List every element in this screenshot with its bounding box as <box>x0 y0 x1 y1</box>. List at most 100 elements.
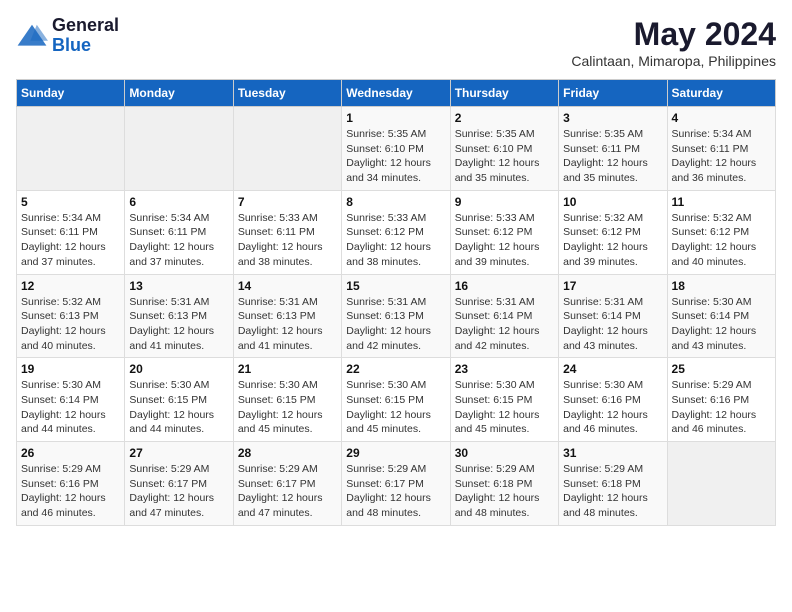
day-number: 7 <box>238 195 337 209</box>
day-info: Sunrise: 5:30 AM Sunset: 6:15 PM Dayligh… <box>455 378 554 437</box>
day-number: 23 <box>455 362 554 376</box>
calendar-cell: 17 Sunrise: 5:31 AM Sunset: 6:14 PM Dayli… <box>559 274 667 358</box>
calendar-cell: 8 Sunrise: 5:33 AM Sunset: 6:12 PM Daylig… <box>342 190 450 274</box>
day-info: Sunrise: 5:31 AM Sunset: 6:14 PM Dayligh… <box>455 295 554 354</box>
calendar-week-row: 5 Sunrise: 5:34 AM Sunset: 6:11 PM Daylig… <box>17 190 776 274</box>
calendar-body: 1 Sunrise: 5:35 AM Sunset: 6:10 PM Daylig… <box>17 107 776 526</box>
day-info: Sunrise: 5:32 AM Sunset: 6:12 PM Dayligh… <box>672 211 771 270</box>
calendar-week-row: 19 Sunrise: 5:30 AM Sunset: 6:14 PM Dayli… <box>17 358 776 442</box>
logo-text: General Blue <box>52 16 119 56</box>
logo-blue: Blue <box>52 36 119 56</box>
day-info: Sunrise: 5:34 AM Sunset: 6:11 PM Dayligh… <box>672 127 771 186</box>
calendar-cell: 11 Sunrise: 5:32 AM Sunset: 6:12 PM Dayli… <box>667 190 775 274</box>
day-number: 27 <box>129 446 228 460</box>
day-info: Sunrise: 5:30 AM Sunset: 6:14 PM Dayligh… <box>21 378 120 437</box>
page-header: General Blue May 2024 Calintaan, Mimarop… <box>16 16 776 69</box>
day-number: 9 <box>455 195 554 209</box>
day-number: 8 <box>346 195 445 209</box>
day-number: 14 <box>238 279 337 293</box>
day-info: Sunrise: 5:31 AM Sunset: 6:14 PM Dayligh… <box>563 295 662 354</box>
calendar-cell: 10Sunrise: 5:32 AM Sunset: 6:12 PM Dayli… <box>559 190 667 274</box>
calendar-table: SundayMondayTuesdayWednesdayThursdayFrid… <box>16 79 776 526</box>
location: Calintaan, Mimaropa, Philippines <box>571 53 776 69</box>
day-number: 29 <box>346 446 445 460</box>
day-number: 26 <box>21 446 120 460</box>
day-info: Sunrise: 5:33 AM Sunset: 6:12 PM Dayligh… <box>455 211 554 270</box>
day-number: 28 <box>238 446 337 460</box>
day-info: Sunrise: 5:29 AM Sunset: 6:17 PM Dayligh… <box>129 462 228 521</box>
calendar-cell: 29Sunrise: 5:29 AM Sunset: 6:17 PM Dayli… <box>342 442 450 526</box>
calendar-cell: 22Sunrise: 5:30 AM Sunset: 6:15 PM Dayli… <box>342 358 450 442</box>
calendar-cell <box>125 107 233 191</box>
day-info: Sunrise: 5:29 AM Sunset: 6:16 PM Dayligh… <box>21 462 120 521</box>
calendar-week-row: 1 Sunrise: 5:35 AM Sunset: 6:10 PM Daylig… <box>17 107 776 191</box>
day-number: 21 <box>238 362 337 376</box>
day-number: 18 <box>672 279 771 293</box>
day-of-week-header: Monday <box>125 80 233 107</box>
calendar-cell: 26 Sunrise: 5:29 AM Sunset: 6:16 PM Dayli… <box>17 442 125 526</box>
day-number: 16 <box>455 279 554 293</box>
day-info: Sunrise: 5:31 AM Sunset: 6:13 PM Dayligh… <box>238 295 337 354</box>
calendar-week-row: 26 Sunrise: 5:29 AM Sunset: 6:16 PM Dayli… <box>17 442 776 526</box>
calendar-cell: 20 Sunrise: 5:30 AM Sunset: 6:15 PM Dayli… <box>125 358 233 442</box>
calendar-cell: 31 Sunrise: 5:29 AM Sunset: 6:18 PM Dayli… <box>559 442 667 526</box>
day-of-week-header: Saturday <box>667 80 775 107</box>
day-number: 30 <box>455 446 554 460</box>
title-block: May 2024 Calintaan, Mimaropa, Philippine… <box>571 16 776 69</box>
day-info: Sunrise: 5:31 AM Sunset: 6:13 PM Dayligh… <box>346 295 445 354</box>
day-info: Sunrise: 5:29 AM Sunset: 6:18 PM Dayligh… <box>563 462 662 521</box>
calendar-cell <box>667 442 775 526</box>
calendar-cell: 25Sunrise: 5:29 AM Sunset: 6:16 PM Dayli… <box>667 358 775 442</box>
day-number: 22 <box>346 362 445 376</box>
calendar-cell: 5Sunrise: 5:34 AM Sunset: 6:11 PM Daylig… <box>17 190 125 274</box>
day-number: 11 <box>672 195 771 209</box>
calendar-cell: 6Sunrise: 5:34 AM Sunset: 6:11 PM Daylig… <box>125 190 233 274</box>
day-number: 1 <box>346 111 445 125</box>
calendar-cell: 2Sunrise: 5:35 AM Sunset: 6:10 PM Daylig… <box>450 107 558 191</box>
calendar-cell: 3 Sunrise: 5:35 AM Sunset: 6:11 PM Daylig… <box>559 107 667 191</box>
calendar-cell <box>233 107 341 191</box>
day-of-week-header: Thursday <box>450 80 558 107</box>
day-info: Sunrise: 5:34 AM Sunset: 6:11 PM Dayligh… <box>129 211 228 270</box>
calendar-cell <box>17 107 125 191</box>
calendar-cell: 27 Sunrise: 5:29 AM Sunset: 6:17 PM Dayli… <box>125 442 233 526</box>
day-number: 4 <box>672 111 771 125</box>
calendar-cell: 9 Sunrise: 5:33 AM Sunset: 6:12 PM Daylig… <box>450 190 558 274</box>
day-number: 31 <box>563 446 662 460</box>
day-info: Sunrise: 5:35 AM Sunset: 6:11 PM Dayligh… <box>563 127 662 186</box>
day-of-week-header: Sunday <box>17 80 125 107</box>
day-number: 12 <box>21 279 120 293</box>
day-of-week-header: Friday <box>559 80 667 107</box>
day-info: Sunrise: 5:29 AM Sunset: 6:18 PM Dayligh… <box>455 462 554 521</box>
day-info: Sunrise: 5:33 AM Sunset: 6:12 PM Dayligh… <box>346 211 445 270</box>
calendar-cell: 19 Sunrise: 5:30 AM Sunset: 6:14 PM Dayli… <box>17 358 125 442</box>
day-info: Sunrise: 5:32 AM Sunset: 6:13 PM Dayligh… <box>21 295 120 354</box>
logo-general: General <box>52 16 119 36</box>
month-year: May 2024 <box>571 16 776 53</box>
calendar-cell: 30 Sunrise: 5:29 AM Sunset: 6:18 PM Dayli… <box>450 442 558 526</box>
calendar-cell: 4 Sunrise: 5:34 AM Sunset: 6:11 PM Daylig… <box>667 107 775 191</box>
day-info: Sunrise: 5:35 AM Sunset: 6:10 PM Dayligh… <box>455 127 554 186</box>
logo: General Blue <box>16 16 119 56</box>
day-of-week-header: Tuesday <box>233 80 341 107</box>
day-number: 5 <box>21 195 120 209</box>
calendar-cell: 1 Sunrise: 5:35 AM Sunset: 6:10 PM Daylig… <box>342 107 450 191</box>
day-number: 15 <box>346 279 445 293</box>
calendar-cell: 13Sunrise: 5:31 AM Sunset: 6:13 PM Dayli… <box>125 274 233 358</box>
days-of-week-row: SundayMondayTuesdayWednesdayThursdayFrid… <box>17 80 776 107</box>
day-number: 3 <box>563 111 662 125</box>
day-number: 20 <box>129 362 228 376</box>
day-number: 25 <box>672 362 771 376</box>
day-info: Sunrise: 5:30 AM Sunset: 6:15 PM Dayligh… <box>129 378 228 437</box>
calendar-cell: 14 Sunrise: 5:31 AM Sunset: 6:13 PM Dayli… <box>233 274 341 358</box>
day-number: 17 <box>563 279 662 293</box>
calendar-cell: 28Sunrise: 5:29 AM Sunset: 6:17 PM Dayli… <box>233 442 341 526</box>
calendar-week-row: 12 Sunrise: 5:32 AM Sunset: 6:13 PM Dayli… <box>17 274 776 358</box>
calendar-cell: 18Sunrise: 5:30 AM Sunset: 6:14 PM Dayli… <box>667 274 775 358</box>
day-info: Sunrise: 5:30 AM Sunset: 6:15 PM Dayligh… <box>238 378 337 437</box>
calendar-cell: 24Sunrise: 5:30 AM Sunset: 6:16 PM Dayli… <box>559 358 667 442</box>
day-number: 19 <box>21 362 120 376</box>
calendar-cell: 21 Sunrise: 5:30 AM Sunset: 6:15 PM Dayli… <box>233 358 341 442</box>
day-info: Sunrise: 5:35 AM Sunset: 6:10 PM Dayligh… <box>346 127 445 186</box>
day-number: 10 <box>563 195 662 209</box>
